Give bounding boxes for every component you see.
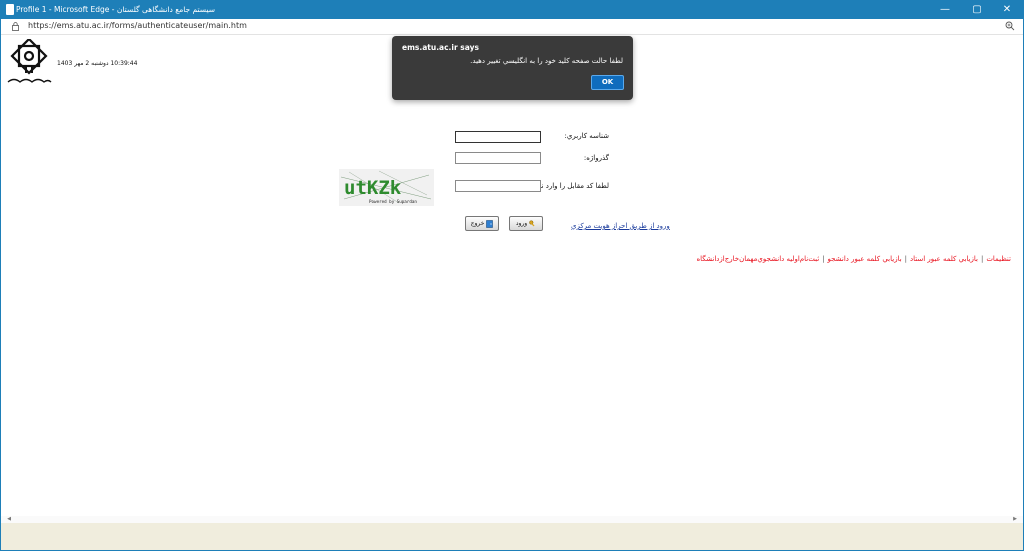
exit-button[interactable]: خروج xyxy=(465,216,499,231)
settings-link[interactable]: تنظیمات xyxy=(986,255,1011,263)
dialog-message: لطفا حالت صفحه کليد خود را به انگليسي تغ… xyxy=(470,57,623,65)
password-label: گذرواژه: xyxy=(583,154,609,162)
password-input[interactable] xyxy=(455,152,541,164)
key-icon xyxy=(529,219,535,226)
dialog-title: ems.atu.ac.ir says xyxy=(402,43,479,52)
student-password-recovery-link[interactable]: بازيابي كلمه عبور دانشجو xyxy=(828,255,902,263)
zoom-icon[interactable] xyxy=(1005,21,1015,31)
browser-window: Profile 1 - Microsoft Edge - سیستم جامع … xyxy=(0,0,1024,551)
captcha-text: utKZk xyxy=(344,177,402,199)
captcha-footer: Powered by Supardan xyxy=(369,199,417,204)
horizontal-scrollbar[interactable]: ◀ ▶ xyxy=(1,516,1023,523)
login-button[interactable]: ورود xyxy=(509,216,543,231)
separator: | xyxy=(904,255,908,263)
page-icon xyxy=(6,4,14,15)
address-bar: https://ems.atu.ac.ir/forms/authenticate… xyxy=(1,19,1023,35)
window-title: Profile 1 - Microsoft Edge - سیستم جامع … xyxy=(16,5,216,14)
instructor-password-recovery-link[interactable]: بازيابي كلمه عبور استاد xyxy=(910,255,978,263)
url-text[interactable]: https://ems.atu.ac.ir/forms/authenticate… xyxy=(28,21,247,30)
close-button[interactable]: ✕ xyxy=(993,1,1021,19)
minimize-button[interactable]: — xyxy=(931,1,959,19)
lock-icon[interactable] xyxy=(12,22,19,31)
guest-registration-link[interactable]: ثبت‌نام‌اوليه دانشجوي‌مهمان‌خارج‌ازدانشگ… xyxy=(697,255,820,263)
title-bar: Profile 1 - Microsoft Edge - سیستم جامع … xyxy=(1,1,1023,19)
alert-dialog: ems.atu.ac.ir says لطفا حالت صفحه کليد خ… xyxy=(392,36,633,100)
door-icon xyxy=(486,219,494,228)
username-input[interactable] xyxy=(455,131,541,143)
datetime-text: 10:39:44 دوشنبه 2 مهر 1403 xyxy=(57,60,138,67)
scroll-right-arrow-icon[interactable]: ▶ xyxy=(1011,516,1019,523)
page-content: 10:39:44 دوشنبه 2 مهر 1403 شناسه کاربري:… xyxy=(1,36,1023,516)
captcha-input[interactable] xyxy=(455,180,541,192)
captcha-image[interactable]: utKZk Powered by Supardan xyxy=(339,169,434,206)
ok-button[interactable]: OK xyxy=(591,75,624,90)
separator: | xyxy=(822,255,825,263)
separator: | xyxy=(980,255,984,263)
maximize-button[interactable]: ▢ xyxy=(963,1,991,19)
username-label: شناسه کاربري: xyxy=(564,132,609,140)
university-logo xyxy=(7,39,52,83)
footer-links: تنظیمات|بازيابي كلمه عبور استاد|بازيابي … xyxy=(697,255,1012,263)
status-bar xyxy=(1,523,1023,550)
login-button-label: ورود xyxy=(515,220,528,227)
scroll-left-arrow-icon[interactable]: ◀ xyxy=(5,516,13,523)
exit-button-label: خروج xyxy=(470,220,485,227)
sso-login-link[interactable]: ورود از طريق احراز هويت مرکزي xyxy=(571,222,670,230)
